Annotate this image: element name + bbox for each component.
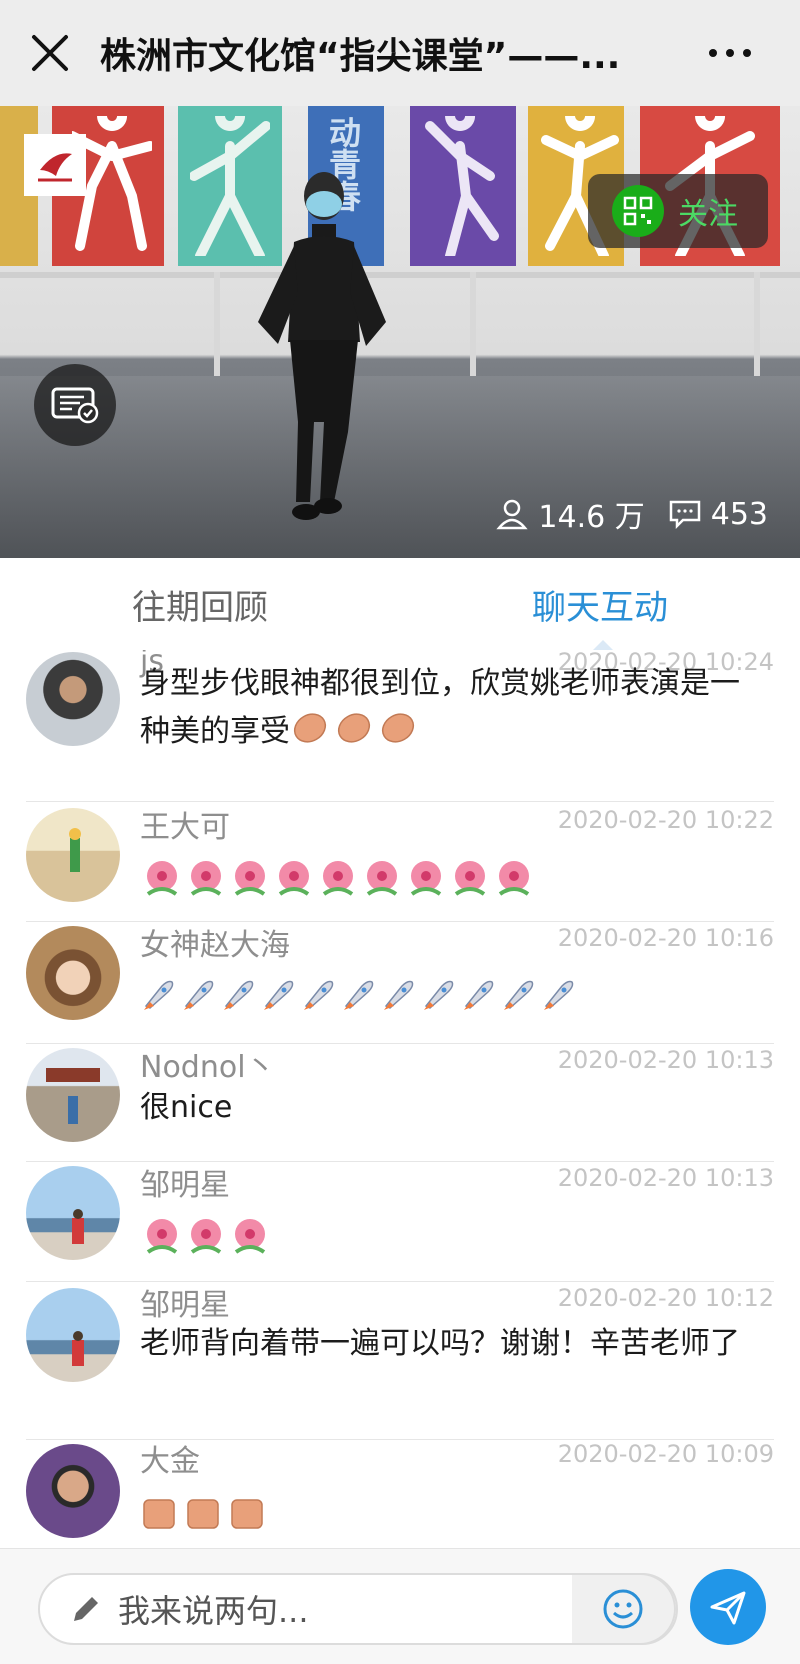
comment-icon	[669, 500, 700, 530]
chat-message: 女神赵大海 2020-02-20 10:16	[0, 924, 800, 1044]
page-title: 株洲市文化馆“指尖课堂”——...	[100, 36, 621, 77]
message-time: 2020-02-20 10:12	[557, 1284, 774, 1312]
pencil-icon	[74, 1597, 98, 1621]
close-button[interactable]	[0, 0, 100, 106]
viewer-count-text: 14.6 万	[538, 500, 645, 535]
chat-message: js 2020-02-20 10:24 身型步伐眼神都很到位，欣赏姚老师表演是一…	[0, 650, 800, 802]
comment-input[interactable]: 我来说两句...	[38, 1573, 678, 1645]
tab-past-review[interactable]: 往期回顾	[0, 558, 400, 650]
comment-count: 453	[669, 497, 768, 532]
user-icon	[496, 499, 529, 530]
top-bar: 株洲市文化馆“指尖课堂”——...	[0, 0, 800, 106]
emoji-button[interactable]	[572, 1573, 676, 1645]
divider	[26, 921, 774, 922]
divider	[26, 801, 774, 802]
dancer-figure	[258, 172, 386, 520]
barre-post	[470, 272, 476, 376]
user-name[interactable]: 邹明星	[140, 1280, 230, 1324]
rocket-icon	[140, 974, 580, 1014]
more-button[interactable]	[700, 30, 760, 76]
hibiscus-icon	[140, 854, 540, 900]
message-text-content: 身型步伐眼神都很到位，欣赏姚老师表演是一种美的享受	[140, 666, 740, 749]
barre-post	[214, 272, 220, 376]
comment-count-text: 453	[710, 496, 768, 532]
message-time: 2020-02-20 10:13	[557, 1164, 774, 1192]
user-name[interactable]: 邹明星	[140, 1160, 230, 1204]
avatar[interactable]	[26, 808, 120, 902]
subtitle-card-button[interactable]	[34, 364, 116, 446]
divider	[26, 1043, 774, 1044]
more-dot-icon	[743, 49, 751, 57]
message-time: 2020-02-20 10:16	[557, 924, 774, 952]
logo-icon	[34, 144, 76, 186]
user-name[interactable]: 大金	[140, 1436, 200, 1480]
chat-list[interactable]: js 2020-02-20 10:24 身型步伐眼神都很到位，欣赏姚老师表演是一…	[0, 650, 800, 1550]
comment-input-bar: 我来说两句...	[0, 1548, 800, 1664]
chat-message: 大金 2020-02-20 10:09	[0, 1440, 800, 1550]
viewer-count: 14.6 万	[496, 492, 645, 536]
message-time: 2020-02-20 10:22	[557, 806, 774, 834]
close-icon	[32, 35, 68, 71]
message-text: 身型步伐眼神都很到位，欣赏姚老师表演是一种美的享受	[140, 662, 760, 759]
user-name[interactable]: 女神赵大海	[140, 920, 290, 964]
user-name[interactable]: Nodnol丶	[140, 1042, 276, 1086]
barre-post	[754, 272, 760, 376]
chat-message: Nodnol丶 2020-02-20 10:13 很nice	[0, 1046, 800, 1162]
hibiscus-icon	[140, 1212, 276, 1258]
tab-chat[interactable]: 聊天互动	[400, 558, 800, 650]
follow-label: 关注	[678, 197, 738, 232]
chat-message: 王大可 2020-02-20 10:22	[0, 804, 800, 922]
channel-logo	[24, 134, 86, 196]
send-button[interactable]	[690, 1569, 766, 1645]
user-name[interactable]: 王大可	[140, 802, 230, 846]
divider	[26, 1281, 774, 1282]
tab-active-indicator	[593, 640, 613, 650]
comment-input-placeholder: 我来说两句...	[118, 1592, 309, 1630]
message-text: 很nice	[140, 1090, 233, 1125]
avatar[interactable]	[26, 1444, 120, 1538]
qrcode-icon	[612, 185, 664, 237]
avatar[interactable]	[26, 926, 120, 1020]
avatar[interactable]	[26, 1288, 120, 1382]
video-stats: 14.6 万 453	[472, 492, 768, 536]
smile-icon	[603, 1589, 643, 1629]
avatar[interactable]	[26, 652, 120, 746]
dancer-silhouette-icon	[425, 116, 499, 256]
more-dot-icon	[726, 49, 734, 57]
avatar[interactable]	[26, 1048, 120, 1142]
message-text: 老师背向着带一遍可以吗？谢谢！辛苦老师了	[140, 1326, 740, 1361]
tab-bar: 往期回顾 聊天互动	[0, 558, 800, 650]
avatar[interactable]	[26, 1166, 120, 1260]
more-dot-icon	[709, 49, 717, 57]
thumbs-up-icon	[140, 1486, 276, 1532]
follow-button[interactable]: 关注	[588, 174, 768, 248]
message-time: 2020-02-20 10:09	[557, 1440, 774, 1468]
chat-message: 邹明星 2020-02-20 10:12 老师背向着带一遍可以吗？谢谢！辛苦老师…	[0, 1284, 800, 1440]
message-time: 2020-02-20 10:13	[557, 1046, 774, 1074]
clapping-hands-icon	[290, 706, 422, 759]
video-player[interactable]: 动青春 关注 14.6 万 453	[0, 106, 800, 558]
card-check-icon	[51, 387, 99, 424]
chat-message: 邹明星 2020-02-20 10:13	[0, 1164, 800, 1282]
divider	[26, 1161, 774, 1162]
send-icon	[710, 1591, 746, 1625]
